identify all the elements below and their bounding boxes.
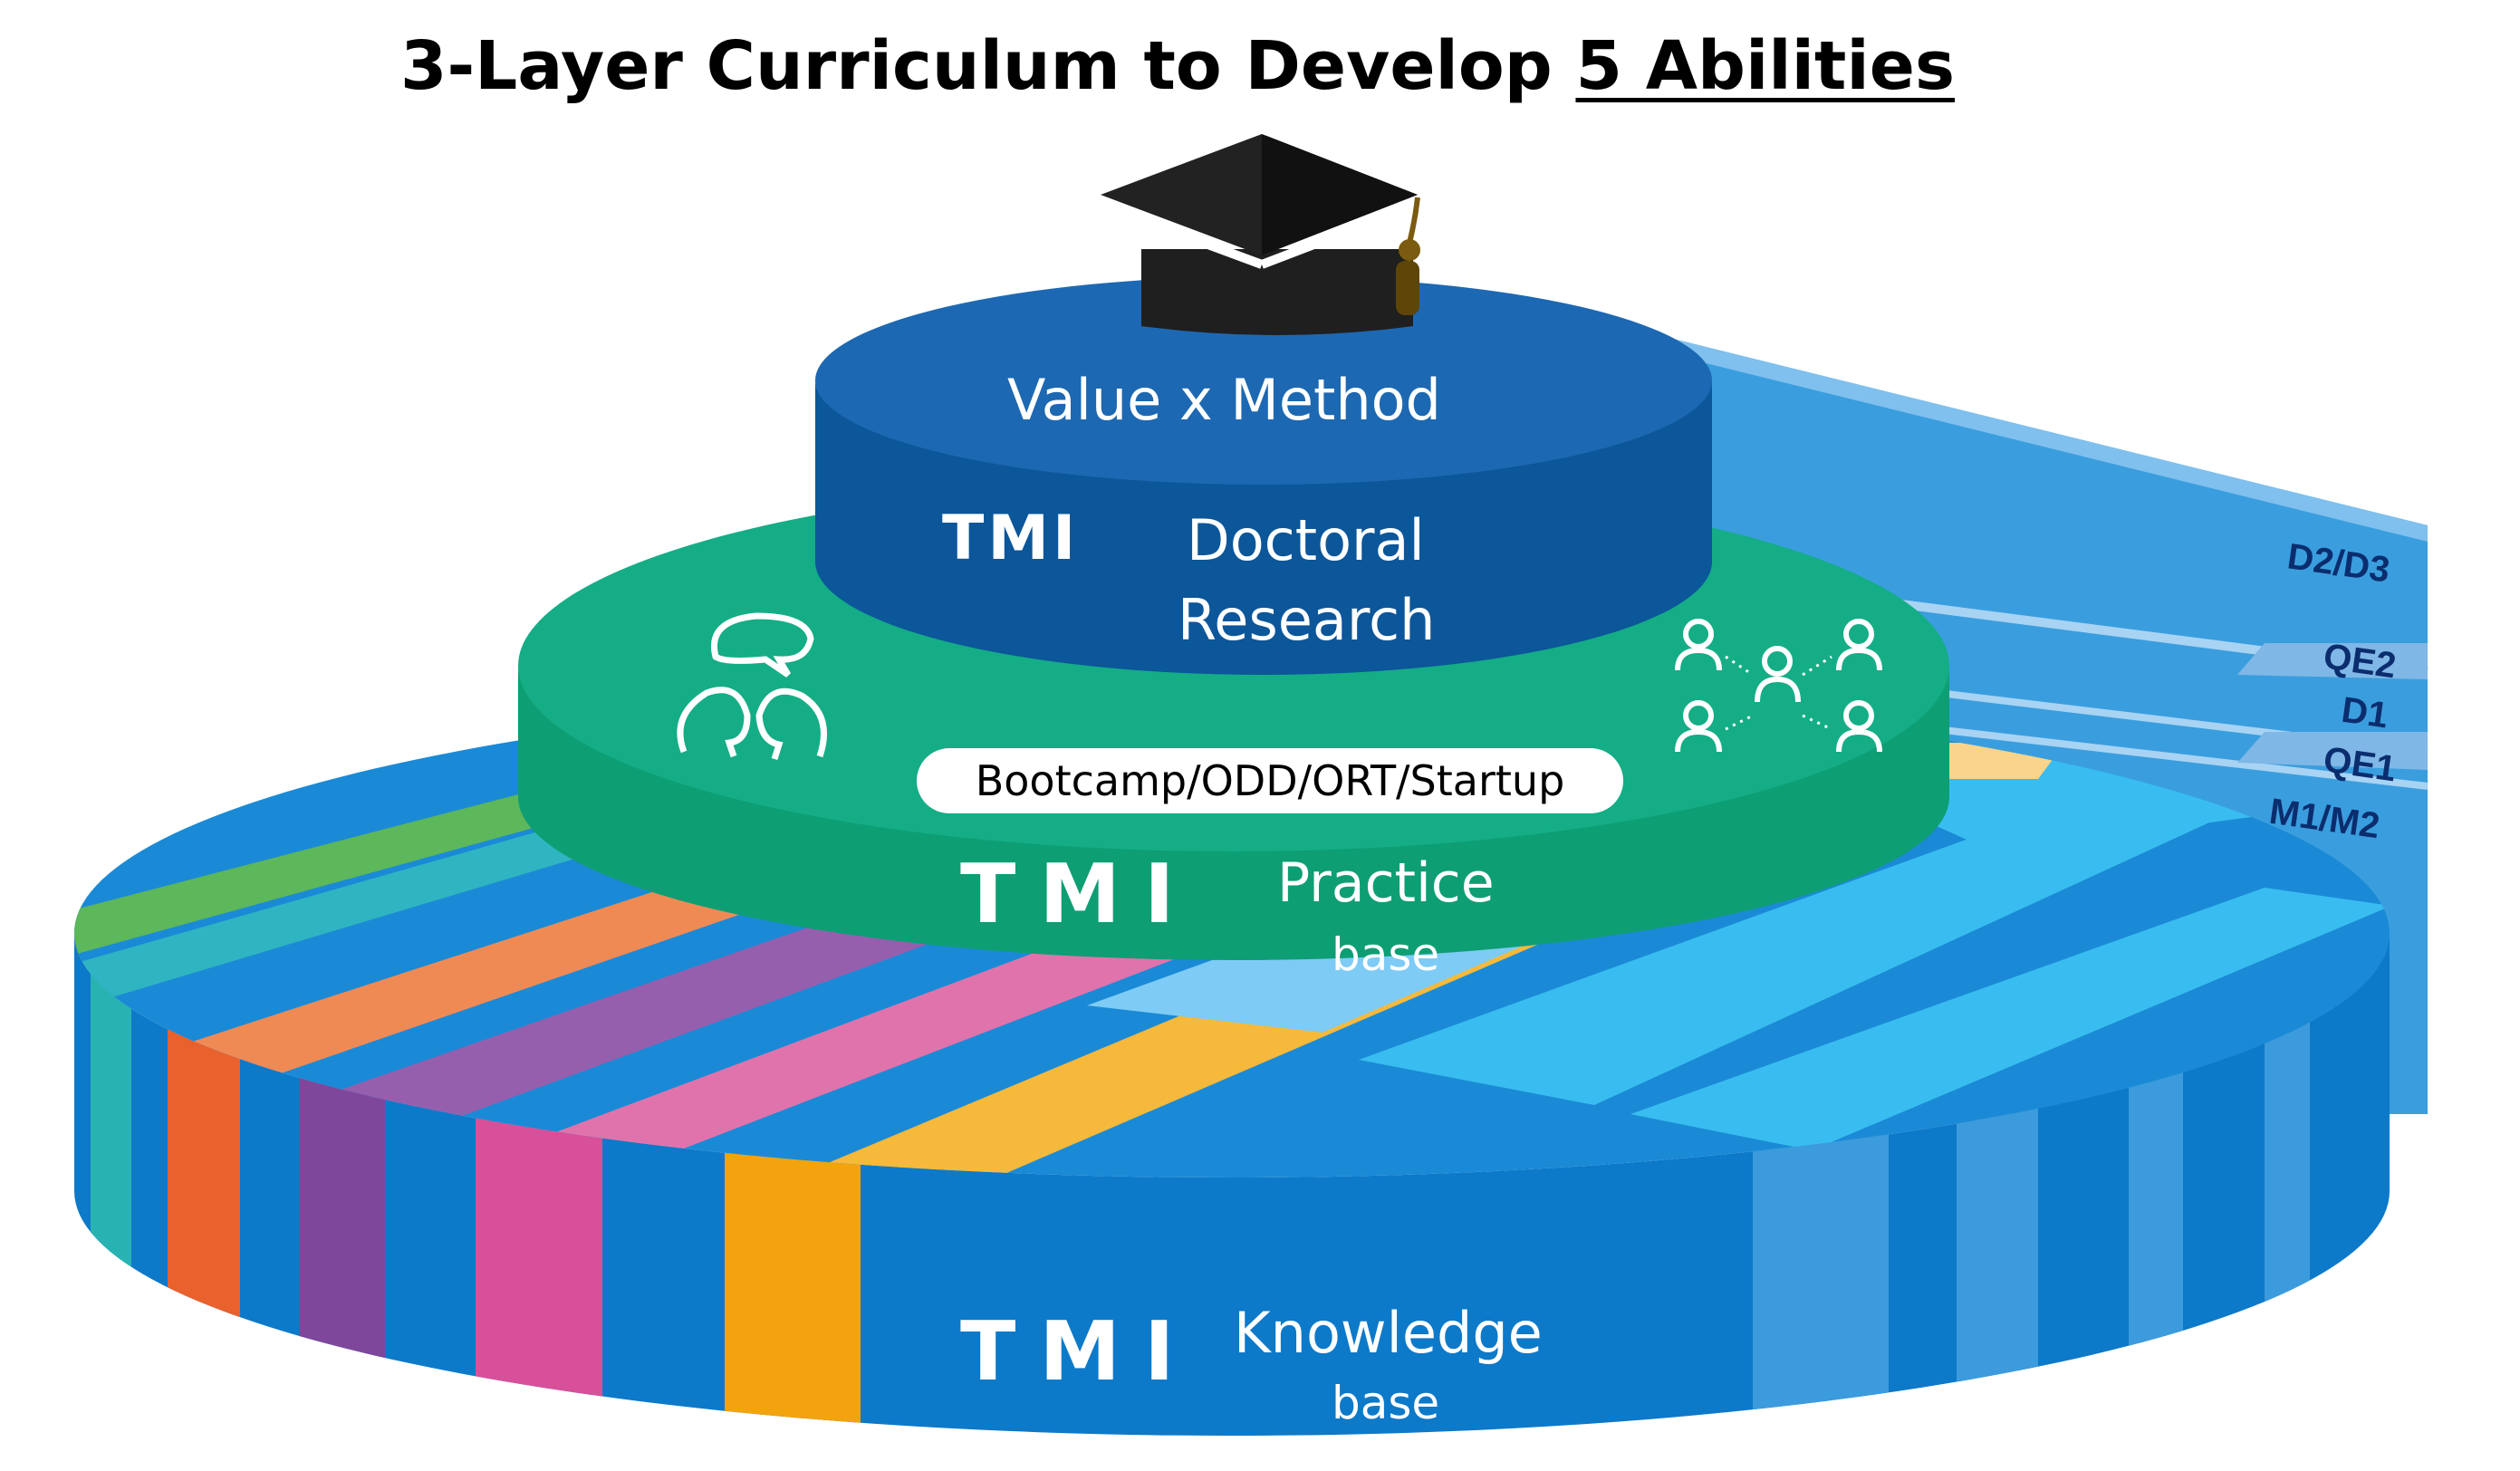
tmi-logo-practice: TMI (960, 847, 1198, 942)
diagram-graphic (74, 134, 2429, 1436)
value-method-heading: Value x Method (1007, 367, 1441, 433)
practice-programs-pill: Bootcamp/ODD/ORT/Startup (917, 748, 1623, 813)
practice-label-line2: base (1332, 928, 1440, 981)
tmi-logo-doctoral: TMI (942, 503, 1080, 574)
doctoral-label-line2: Research (1178, 587, 1436, 653)
knowledge-label-line2: base (1332, 1377, 1440, 1429)
practice-label-line1: Practice (1277, 851, 1495, 915)
graduation-cap-icon (1096, 134, 1422, 335)
tmi-logo-knowledge: TMI (960, 1304, 1198, 1399)
doctoral-label-line1: Doctoral (1187, 507, 1425, 573)
knowledge-label-line1: Knowledge (1234, 1300, 1543, 1366)
curriculum-diagram: 3-Layer Curriculum to Develop 5 Abilitie… (0, 0, 2520, 1471)
stage-label-d1: D1 (2339, 689, 2391, 736)
